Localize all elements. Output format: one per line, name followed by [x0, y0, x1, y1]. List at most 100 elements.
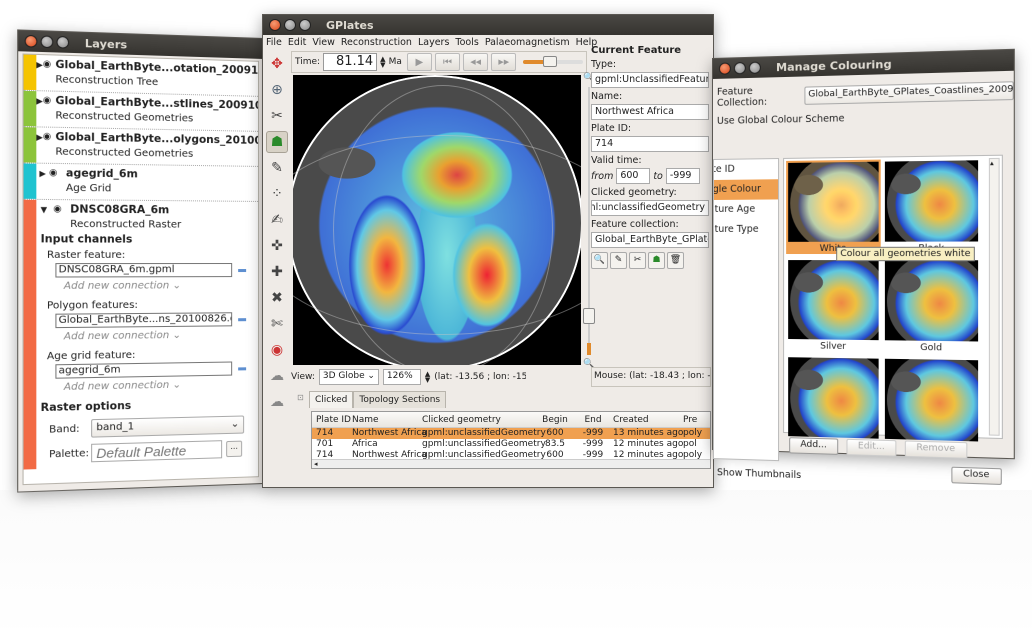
- layer-row[interactable]: ▶ ◉ Global_EarthByte...olygons_20100826 Rec…: [23, 127, 259, 167]
- zoom-slider-handle[interactable]: [583, 307, 595, 324]
- layer-row[interactable]: ▶ ◉ Global_EarthByte...otation_20091015 Rec…: [23, 54, 259, 97]
- menu-edit[interactable]: Edit: [288, 37, 306, 48]
- column-header[interactable]: Begin: [537, 412, 573, 427]
- step-back-button[interactable]: ◀◀: [463, 53, 489, 71]
- clone-geometry-icon[interactable]: ✂: [629, 252, 646, 269]
- palette-input[interactable]: [91, 440, 223, 463]
- time-spinner[interactable]: ▲ ▼: [380, 56, 385, 69]
- category-item[interactable]: Feature Type: [714, 220, 778, 240]
- vertical-scrollbar[interactable]: ▴: [988, 157, 1000, 436]
- menu-tools[interactable]: Tools: [455, 37, 478, 48]
- column-header[interactable]: Pre: [683, 412, 703, 427]
- colour-scheme-thumbnail[interactable]: White: [786, 159, 881, 254]
- feature-collection-field[interactable]: Global_EarthByte_GPlates: [591, 232, 709, 248]
- column-header[interactable]: Plate ID: [312, 412, 352, 427]
- column-header[interactable]: Created: [613, 412, 683, 427]
- clicked-geometry-field[interactable]: gpml:unclassifiedGeometry: [591, 200, 709, 216]
- clone-feature-icon[interactable]: ☗: [648, 252, 665, 269]
- zoom-spinner[interactable]: ▲ ▼: [425, 371, 430, 384]
- column-header[interactable]: End: [573, 412, 613, 427]
- visibility-eye-icon[interactable]: ◉: [53, 200, 66, 231]
- tab-topology-sections[interactable]: Topology Sections: [353, 391, 447, 408]
- minimize-icon[interactable]: [40, 35, 54, 49]
- remove-scheme-button[interactable]: Remove: [904, 440, 967, 459]
- menu-view[interactable]: View: [312, 37, 335, 48]
- remove-connection-icon[interactable]: [238, 366, 247, 370]
- close-icon[interactable]: [718, 62, 731, 75]
- age-grid-feature-input[interactable]: agegrid_6m: [55, 361, 233, 379]
- build-topology-tool-button[interactable]: ☁: [266, 365, 288, 387]
- delete-vertex-tool-button[interactable]: ✖: [266, 287, 288, 309]
- menu-layers[interactable]: Layers: [418, 37, 449, 48]
- column-header[interactable]: Name: [352, 412, 422, 427]
- visibility-eye-icon[interactable]: ◉: [43, 91, 51, 126]
- show-thumbnails-checkbox[interactable]: Show Thumbnails: [717, 467, 801, 481]
- maximize-icon[interactable]: [299, 19, 311, 31]
- tab-clicked[interactable]: Clicked: [309, 391, 354, 408]
- digitise-multipoint-tool-button[interactable]: ⁘: [266, 183, 288, 205]
- add-connection-link[interactable]: Add new connection ⌄: [64, 378, 254, 393]
- colouring-titlebar[interactable]: Manage Colouring: [712, 49, 1014, 79]
- query-feature-icon[interactable]: 🔍: [591, 252, 608, 269]
- add-connection-link[interactable]: Add new connection ⌄: [64, 280, 254, 292]
- close-button[interactable]: Close: [951, 466, 1002, 485]
- digitise-polygon-tool-button[interactable]: ✍: [266, 209, 288, 231]
- remove-connection-icon[interactable]: [238, 317, 247, 321]
- rewind-to-start-button[interactable]: ⏮: [434, 53, 461, 71]
- expand-arrow-icon[interactable]: ▶: [36, 164, 49, 199]
- table-row[interactable]: 714 Northwest Africa gpml:unclassifiedGeom…: [312, 428, 710, 439]
- column-header[interactable]: Clicked geometry: [422, 412, 537, 427]
- category-item[interactable]: Single Colour: [713, 179, 779, 200]
- move-vertex-tool-button[interactable]: ✜: [266, 235, 288, 257]
- zoom-globe-tool-button[interactable]: ⊕: [266, 79, 288, 101]
- edit-scheme-button[interactable]: Edit...: [846, 438, 897, 457]
- time-slider-handle[interactable]: [543, 56, 558, 67]
- visibility-eye-icon[interactable]: ◉: [43, 128, 51, 163]
- zoom-percent-input[interactable]: 126%: [382, 369, 421, 385]
- visibility-eye-icon[interactable]: ◉: [49, 164, 62, 199]
- colour-scheme-thumbnail[interactable]: Black: [883, 158, 980, 254]
- step-forward-button[interactable]: ▶▶: [491, 53, 517, 71]
- menu-file[interactable]: File: [266, 37, 282, 48]
- category-item[interactable]: Plate ID: [714, 159, 778, 180]
- edit-feature-icon[interactable]: ✎: [610, 252, 627, 269]
- measure-distance-tool-button[interactable]: ✂: [266, 105, 288, 127]
- category-item[interactable]: Feature Age: [714, 199, 778, 220]
- delete-feature-icon[interactable]: 🗑: [667, 252, 684, 269]
- feature-collection-select[interactable]: Global_EarthByte_GPlates_Coastlines_2009…: [804, 81, 1014, 105]
- collapse-arrow-icon[interactable]: ▼: [41, 200, 54, 231]
- raster-feature-input[interactable]: DNSC08GRA_6m.gpml: [55, 263, 233, 278]
- plate-id-field[interactable]: 714: [591, 136, 709, 152]
- colour-scheme-thumbnail[interactable]: Gold: [883, 258, 980, 354]
- polygon-features-input[interactable]: Global_EarthByte...ns_20100826.gpml: [55, 312, 233, 329]
- use-global-scheme-checkbox[interactable]: Use Global Colour Scheme: [717, 109, 1014, 127]
- drag-globe-tool-button[interactable]: ✥: [266, 53, 288, 75]
- layer-row[interactable]: ▶ ◉ agegrid_6m Age Grid: [23, 163, 259, 202]
- table-row[interactable]: 701 Africa gpml:unclassifiedGeometry 83.5 -9…: [312, 439, 710, 450]
- maximize-icon[interactable]: [748, 61, 761, 74]
- view-select[interactable]: 3D Globe ⌄: [318, 369, 379, 385]
- visibility-eye-icon[interactable]: ◉: [43, 55, 51, 90]
- add-connection-link[interactable]: Add new connection ⌄: [64, 329, 254, 343]
- name-field[interactable]: Northwest Africa: [591, 104, 709, 120]
- edit-topology-tool-button[interactable]: ☁: [266, 391, 288, 413]
- insert-vertex-tool-button[interactable]: ✚: [266, 261, 288, 283]
- horizontal-scrollbar[interactable]: ◂: [312, 459, 710, 468]
- layer-row[interactable]: ▶ ◉ Global_EarthByte...stlines_20091014 Rec…: [23, 90, 259, 132]
- manipulate-pole-tool-button[interactable]: ◉: [266, 339, 288, 361]
- colour-scheme-thumbnail[interactable]: Silver: [786, 258, 881, 352]
- menu-reconstruction[interactable]: Reconstruction: [341, 37, 412, 48]
- add-scheme-button[interactable]: Add...: [789, 437, 839, 455]
- valid-to-field[interactable]: -999: [665, 168, 700, 184]
- maximize-icon[interactable]: [56, 35, 70, 49]
- digitise-polyline-tool-button[interactable]: ✎: [266, 157, 288, 179]
- choose-feature-tool-button[interactable]: ☗: [266, 131, 288, 153]
- split-feature-tool-button[interactable]: ✄: [266, 313, 288, 335]
- type-field[interactable]: gpml:UnclassifiedFeature: [591, 72, 709, 88]
- band-select[interactable]: band_1 ⌄: [91, 415, 245, 438]
- valid-from-field[interactable]: 600: [616, 168, 651, 184]
- time-input[interactable]: 81.14: [323, 53, 378, 71]
- minimize-icon[interactable]: [733, 61, 746, 75]
- time-slider[interactable]: [523, 56, 583, 67]
- dock-toggle-icon[interactable]: ⊡: [297, 393, 304, 402]
